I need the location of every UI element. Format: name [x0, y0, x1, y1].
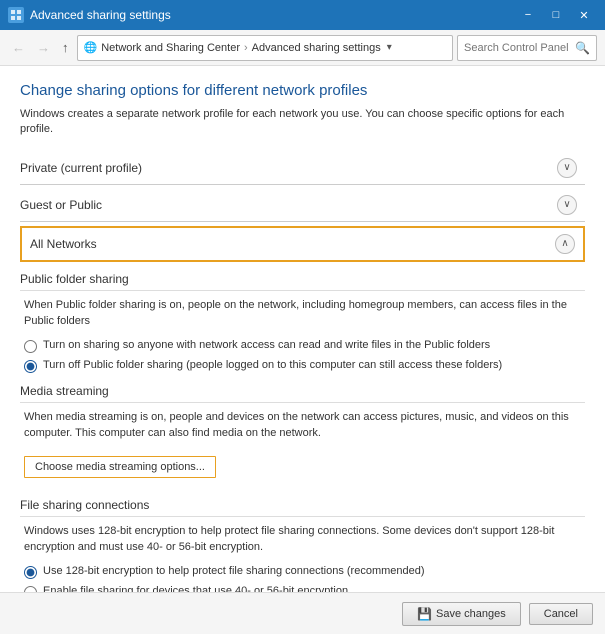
minimize-button[interactable]: − — [515, 5, 541, 25]
public-folder-desc: When Public folder sharing is on, people… — [20, 297, 585, 330]
media-streaming-desc: When media streaming is on, people and d… — [20, 409, 585, 442]
breadcrumb-sep: › — [244, 42, 248, 54]
content-area: Change sharing options for different net… — [0, 66, 605, 634]
bottom-bar: 💾 Save changes Cancel — [0, 592, 605, 634]
maximize-button[interactable]: □ — [543, 5, 569, 25]
title-bar-title: Advanced sharing settings — [30, 8, 171, 22]
back-button[interactable]: ← — [8, 38, 29, 57]
title-bar-controls: − □ ✕ — [515, 5, 597, 25]
all-networks-section-label: All Networks — [30, 237, 97, 251]
all-networks-section-arrow: ∧ — [555, 234, 575, 254]
nav-bar: ← → ↑ 🌐 Network and Sharing Center › Adv… — [0, 30, 605, 66]
media-streaming-button[interactable]: Choose media streaming options... — [24, 456, 216, 478]
breadcrumb-root[interactable]: Network and Sharing Center — [101, 42, 240, 54]
file-sharing-label-128: Use 128-bit encryption to help protect f… — [43, 564, 425, 579]
media-streaming-title: Media streaming — [20, 384, 585, 403]
breadcrumb-current: Advanced sharing settings — [252, 42, 381, 54]
page-title: Change sharing options for different net… — [20, 82, 585, 99]
private-section-header[interactable]: Private (current profile) ∨ — [20, 152, 585, 185]
search-box: 🔍 — [457, 35, 597, 61]
address-bar: 🌐 Network and Sharing Center › Advanced … — [77, 35, 454, 61]
forward-button[interactable]: → — [33, 38, 54, 57]
cancel-button[interactable]: Cancel — [529, 603, 593, 625]
save-changes-label: Save changes — [436, 608, 506, 620]
title-bar: Advanced sharing settings − □ ✕ — [0, 0, 605, 30]
public-folder-title: Public folder sharing — [20, 272, 585, 291]
guest-public-section-header[interactable]: Guest or Public ∨ — [20, 189, 585, 222]
public-folder-label-off: Turn off Public folder sharing (people l… — [43, 358, 502, 373]
guest-public-section-label: Guest or Public — [20, 198, 102, 212]
guest-public-section-arrow: ∨ — [557, 195, 577, 215]
page-description: Windows creates a separate network profi… — [20, 107, 585, 138]
network-icon: 🌐 — [84, 41, 98, 54]
breadcrumb: Network and Sharing Center › Advanced sh… — [101, 42, 381, 54]
address-dropdown-button[interactable]: ▾ — [385, 42, 394, 53]
search-icon: 🔍 — [575, 41, 590, 55]
up-button[interactable]: ↑ — [58, 38, 73, 57]
file-sharing-option-128: Use 128-bit encryption to help protect f… — [20, 564, 585, 579]
file-sharing-title: File sharing connections — [20, 498, 585, 517]
all-networks-section-header[interactable]: All Networks ∧ — [20, 226, 585, 262]
save-icon: 💾 — [417, 607, 432, 621]
public-folder-label-on: Turn on sharing so anyone with network a… — [43, 338, 490, 353]
title-bar-left: Advanced sharing settings — [8, 7, 171, 23]
search-input[interactable] — [464, 42, 575, 54]
file-sharing-radio-128[interactable] — [24, 566, 37, 579]
public-folder-option-on: Turn on sharing so anyone with network a… — [20, 338, 585, 353]
file-sharing-desc: Windows uses 128-bit encryption to help … — [20, 523, 585, 556]
save-changes-button[interactable]: 💾 Save changes — [402, 602, 521, 626]
window-icon — [8, 7, 24, 23]
public-folder-option-off: Turn off Public folder sharing (people l… — [20, 358, 585, 373]
close-button[interactable]: ✕ — [571, 5, 597, 25]
public-folder-radio-off[interactable] — [24, 360, 37, 373]
public-folder-radio-on[interactable] — [24, 340, 37, 353]
private-section-label: Private (current profile) — [20, 161, 142, 175]
private-section-arrow: ∨ — [557, 158, 577, 178]
